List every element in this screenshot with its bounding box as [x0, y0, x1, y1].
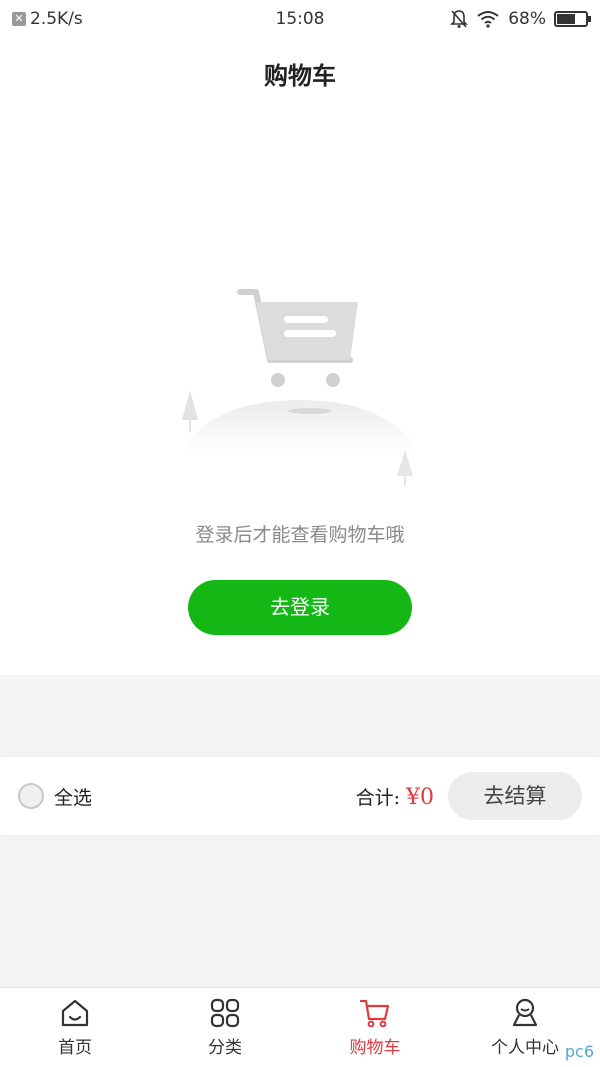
empty-cart-illustration — [180, 289, 420, 486]
battery-percent: 68% — [508, 9, 546, 29]
tab-label: 分类 — [208, 1038, 242, 1058]
app-notify-icon: ✕ — [12, 12, 26, 26]
tab-label: 首页 — [58, 1038, 92, 1058]
total-wrap: 合计: ¥0 — [356, 783, 434, 810]
status-left: ✕ 2.5K/s — [12, 9, 83, 29]
cart-icon — [359, 999, 390, 1028]
checkout-bar: 全选 合计: ¥0 去结算 — [0, 757, 600, 835]
category-icon — [210, 998, 240, 1028]
status-bar: ✕ 2.5K/s 15:08 68% — [0, 0, 600, 38]
total-label: 合计: — [355, 786, 400, 809]
checkout-button[interactable]: 去结算 — [448, 772, 582, 820]
watermark: pc6 — [564, 1042, 594, 1061]
page-title: 购物车 — [264, 61, 336, 90]
tab-label: 个人中心 — [491, 1038, 559, 1058]
tab-category[interactable]: 分类 — [150, 988, 300, 1067]
network-speed: 2.5K/s — [30, 9, 83, 29]
login-button[interactable]: 去登录 — [188, 580, 412, 635]
status-right: 68% — [450, 9, 591, 29]
notification-off-icon — [450, 10, 469, 28]
home-icon — [61, 999, 89, 1027]
select-all-label: 全选 — [54, 786, 93, 809]
total-price: ¥0 — [406, 784, 434, 810]
select-all-radio[interactable] — [18, 783, 44, 809]
wifi-icon — [477, 11, 499, 28]
battery-fill — [557, 14, 576, 24]
profile-icon — [512, 998, 538, 1027]
battery-icon — [554, 11, 591, 27]
tab-label: 购物车 — [349, 1038, 401, 1058]
tab-home[interactable]: 首页 — [0, 988, 150, 1067]
tab-cart[interactable]: 购物车 — [300, 988, 450, 1067]
select-all-toggle[interactable]: 全选 — [18, 783, 92, 810]
bottom-tab-bar: 首页 分类 购物车 个人中心 pc6 — [0, 987, 600, 1067]
empty-message: 登录后才能查看购物车哦 — [195, 524, 405, 546]
